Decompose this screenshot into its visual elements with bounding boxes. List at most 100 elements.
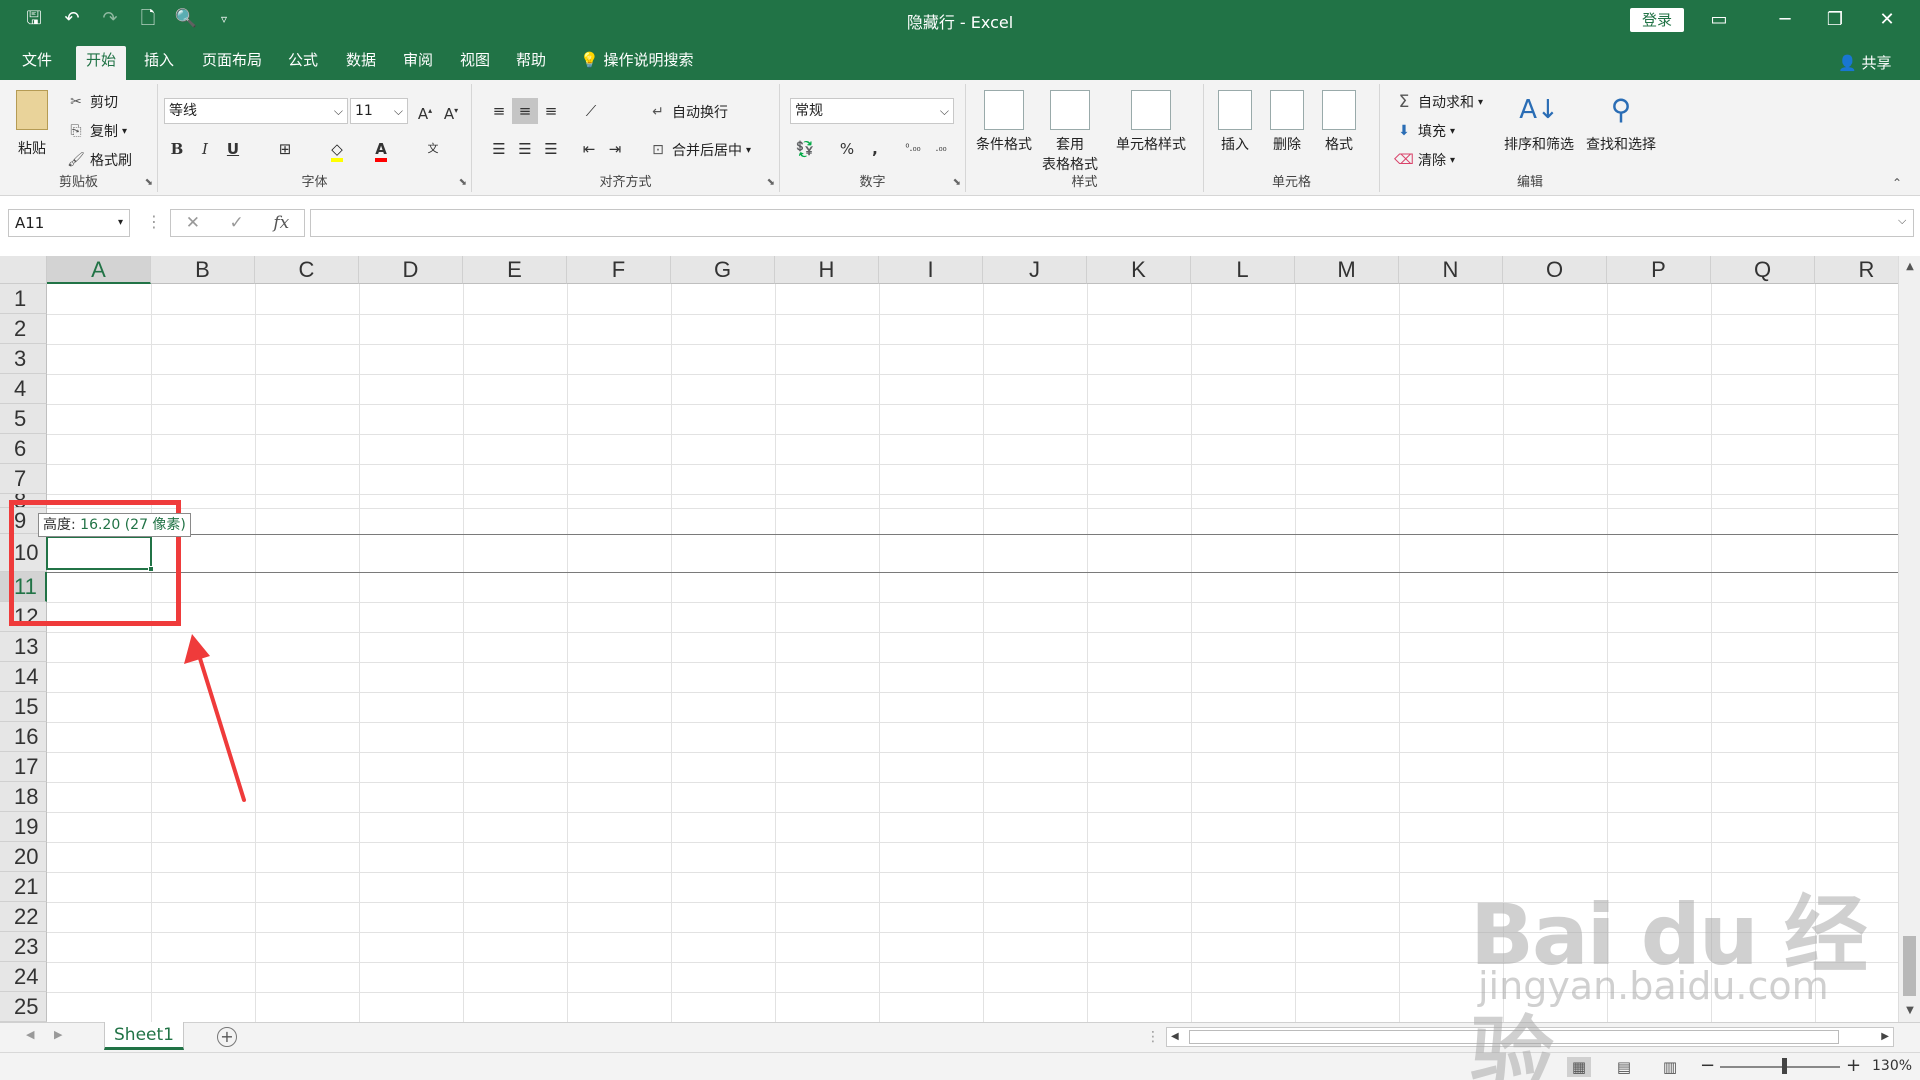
orientation-icon[interactable]: ⟋ [578, 98, 604, 124]
row-header[interactable]: 22 [0, 902, 47, 932]
share-button[interactable]: 👤 共享 [1838, 52, 1891, 73]
tab-help[interactable]: 帮助 [506, 46, 556, 80]
column-header[interactable]: D [359, 256, 463, 284]
row-header[interactable]: 6 [0, 434, 47, 464]
fill-color-icon[interactable]: ◇ [324, 136, 350, 162]
decrease-font-size-icon[interactable]: A▾ [438, 98, 464, 124]
restore-button[interactable]: ❐ [1810, 4, 1860, 36]
delete-cells-button[interactable]: 删除 [1270, 90, 1304, 154]
next-sheet-icon[interactable]: ▶ [54, 1028, 62, 1041]
align-center-icon[interactable]: ☰ [512, 136, 538, 162]
decrease-decimal-icon[interactable]: .₀₀ [928, 136, 954, 162]
format-cells-button[interactable]: 格式 [1322, 90, 1356, 154]
column-header[interactable]: C [255, 256, 359, 284]
italic-button[interactable]: I [192, 136, 218, 162]
increase-decimal-icon[interactable]: ⁰.₀₀ [900, 136, 926, 162]
column-header[interactable]: M [1295, 256, 1399, 284]
percent-button[interactable]: % [834, 136, 860, 162]
column-header[interactable]: Q [1711, 256, 1815, 284]
align-bottom-icon[interactable]: ≡ [538, 98, 564, 124]
row-header[interactable]: 13 [0, 632, 47, 662]
format-painter-button[interactable]: 🖌 格式刷 [66, 150, 132, 170]
scroll-up-icon[interactable]: ▲ [1899, 258, 1920, 276]
accounting-format-icon[interactable]: 💱 [792, 136, 818, 162]
row-header[interactable]: 18 [0, 782, 47, 812]
column-header[interactable]: H [775, 256, 879, 284]
merge-center-button[interactable]: ⊡ 合并后居中 ▾ [648, 140, 751, 160]
copy-button[interactable]: ⎘ 复制 ▾ [66, 121, 127, 141]
column-header[interactable]: O [1503, 256, 1607, 284]
borders-icon[interactable]: ⊞ [272, 136, 298, 162]
tab-view[interactable]: 视图 [450, 46, 500, 80]
scroll-left-icon[interactable]: ◀ [1171, 1028, 1179, 1046]
tab-split-handle-icon[interactable]: ⋮ [1146, 1029, 1160, 1045]
row-header[interactable]: 3 [0, 344, 47, 374]
insert-cells-button[interactable]: 插入 [1218, 90, 1252, 154]
prev-sheet-icon[interactable]: ◀ [26, 1028, 34, 1041]
column-header[interactable]: L [1191, 256, 1295, 284]
add-sheet-button[interactable]: + [217, 1027, 237, 1047]
row-header[interactable]: 1 [0, 284, 47, 314]
close-button[interactable]: ✕ [1862, 4, 1912, 36]
row-header[interactable]: 5 [0, 404, 47, 434]
formula-input[interactable] [310, 209, 1914, 237]
align-right-icon[interactable]: ☰ [538, 136, 564, 162]
font-color-icon[interactable]: A [368, 136, 394, 162]
insert-function-button[interactable]: fx [273, 213, 289, 233]
row-header[interactable]: 19 [0, 812, 47, 842]
ribbon-display-options-icon[interactable]: ▭ [1694, 4, 1744, 36]
align-top-icon[interactable]: ≡ [486, 98, 512, 124]
tell-me-search[interactable]: 💡 操作说明搜索 [570, 46, 703, 80]
dialog-launcher-icon[interactable]: ⬊ [953, 177, 961, 188]
row-header[interactable]: 16 [0, 722, 47, 752]
dialog-launcher-icon[interactable]: ⬊ [145, 177, 153, 188]
cell-styles-button[interactable]: 单元格样式 [1116, 90, 1186, 154]
name-box[interactable]: A11 ▾ [8, 209, 130, 237]
autosum-button[interactable]: Σ 自动求和 ▾ [1394, 92, 1483, 112]
tab-formulas[interactable]: 公式 [278, 46, 328, 80]
column-header[interactable]: E [463, 256, 567, 284]
increase-indent-icon[interactable]: ⇥ [602, 136, 628, 162]
expand-formula-bar-icon[interactable]: ⌵ [1898, 214, 1906, 228]
dialog-launcher-icon[interactable]: ⬊ [459, 177, 467, 188]
row-header[interactable]: 14 [0, 662, 47, 692]
row-header[interactable]: 25 [0, 992, 47, 1022]
column-header[interactable]: P [1607, 256, 1711, 284]
column-header[interactable]: A [47, 256, 151, 284]
collapse-ribbon-icon[interactable]: ⌃ [1892, 176, 1902, 190]
row-header[interactable]: 20 [0, 842, 47, 872]
number-format-select[interactable]: 常规 ⌵ [790, 98, 954, 124]
tab-file[interactable]: 文件 [12, 46, 62, 80]
wrap-text-button[interactable]: ↵ 自动换行 [648, 102, 728, 122]
select-all-corner[interactable] [0, 256, 47, 284]
tab-data[interactable]: 数据 [336, 46, 386, 80]
tab-insert[interactable]: 插入 [134, 46, 184, 80]
row-header[interactable]: 21 [0, 872, 47, 902]
tab-review[interactable]: 审阅 [393, 46, 443, 80]
align-left-icon[interactable]: ☰ [486, 136, 512, 162]
font-name-select[interactable]: 等线 ⌵ [164, 98, 348, 124]
confirm-entry-button[interactable]: ✓ [230, 213, 244, 233]
font-size-select[interactable]: 11 ⌵ [350, 98, 408, 124]
row-header[interactable]: 23 [0, 932, 47, 962]
phonetic-guide-icon[interactable]: 文 [420, 136, 446, 162]
sheet-tab-sheet1[interactable]: Sheet1 [104, 1022, 184, 1050]
row-header[interactable]: 7 [0, 464, 47, 494]
column-header[interactable]: R [1815, 256, 1898, 284]
row-header[interactable]: 4 [0, 374, 47, 404]
column-header[interactable]: G [671, 256, 775, 284]
comma-button[interactable]: , [862, 136, 888, 162]
row-header[interactable]: 15 [0, 692, 47, 722]
row-header[interactable]: 2 [0, 314, 47, 344]
sort-filter-button[interactable]: A↓ 排序和筛选 [1504, 90, 1574, 154]
column-header[interactable]: I [879, 256, 983, 284]
align-middle-icon[interactable]: ≡ [512, 98, 538, 124]
fill-button[interactable]: ⬇ 填充 ▾ [1394, 121, 1455, 141]
tab-home[interactable]: 开始 [76, 46, 127, 80]
format-as-table-button[interactable]: 套用 表格格式 [1042, 90, 1098, 174]
column-header[interactable]: N [1399, 256, 1503, 284]
column-header[interactable]: J [983, 256, 1087, 284]
conditional-formatting-button[interactable]: 条件格式 [976, 90, 1032, 154]
increase-font-size-icon[interactable]: A▴ [412, 98, 438, 124]
cut-button[interactable]: ✂ 剪切 [66, 92, 118, 112]
